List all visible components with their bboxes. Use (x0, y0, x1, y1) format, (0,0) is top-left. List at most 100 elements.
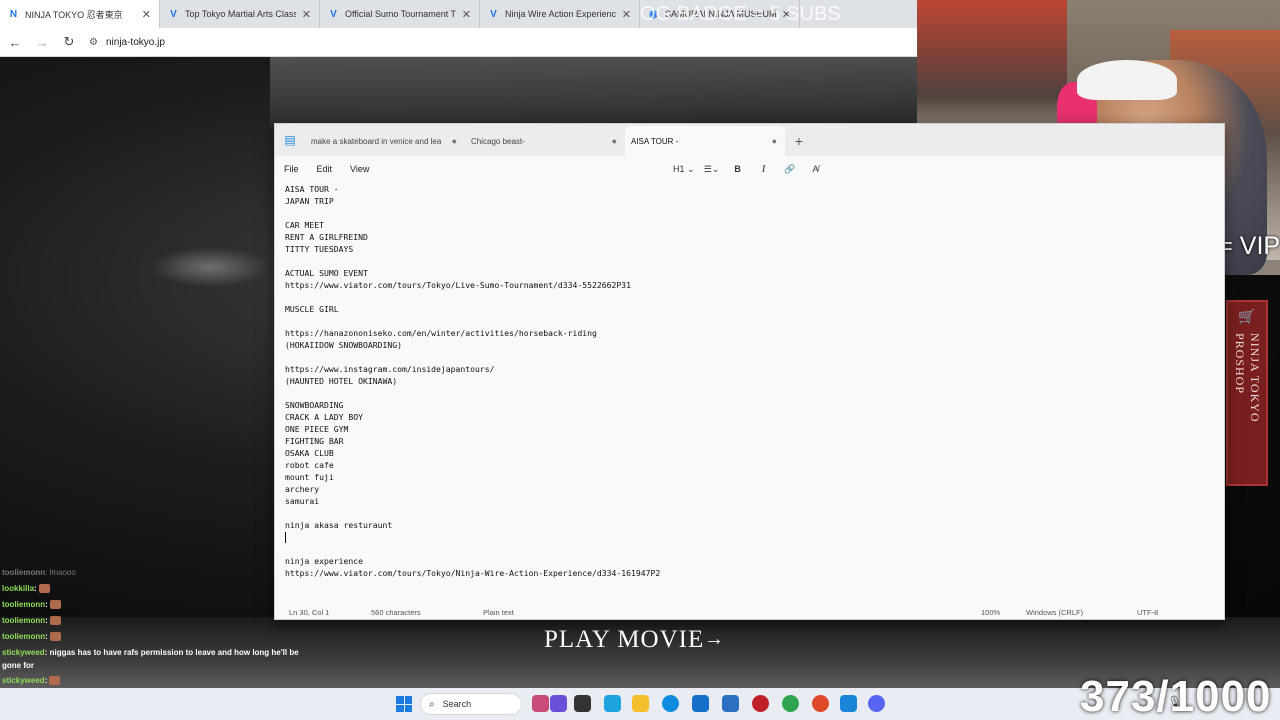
emote-icon (49, 616, 61, 626)
forward-arrow-icon[interactable]: → (30, 35, 54, 50)
site-favicon-icon: V (330, 8, 337, 20)
reload-icon[interactable]: ↻ (57, 34, 81, 50)
chat-username[interactable]: tooliemonn (2, 600, 45, 609)
site-info-icon[interactable]: ⚙ (89, 37, 98, 48)
browser-tab-3[interactable]: V Ninja Wire Action Experience 20 ✕ (480, 0, 640, 28)
heading-select[interactable]: H1 ⌄ (673, 164, 695, 175)
text-format: Plain text (483, 607, 514, 617)
site-favicon-icon: V (490, 8, 497, 20)
text-line: AISA TOUR - (285, 184, 339, 194)
chrome-icon[interactable] (782, 695, 799, 712)
edge-icon[interactable] (662, 695, 679, 712)
encoding[interactable]: UTF-8 (1137, 608, 1158, 617)
text-line: ninja experience (285, 556, 363, 566)
close-icon[interactable]: ✕ (782, 8, 791, 21)
browser-tab-1[interactable]: V Top Tokyo Martial Arts Classes ✕ (160, 0, 320, 28)
app-icon[interactable] (550, 695, 567, 712)
italic-icon[interactable]: I (755, 163, 773, 175)
browser-tab-4[interactable]: ◉ SAMURAI NINJA MUSEUM TO ✕ (640, 0, 800, 28)
menu-view[interactable]: View (341, 164, 378, 174)
text-line: CRACK A LADY BOY (285, 412, 363, 422)
chat-text: : (45, 600, 48, 609)
arrow-right-icon: → (704, 628, 724, 650)
bold-icon[interactable]: B (729, 164, 747, 174)
text-line: FIGHTING BAR (285, 436, 344, 446)
tab-title: SAMURAI NINJA MUSEUM TO (665, 9, 776, 19)
text-line: RENT A GIRLFREIND (285, 232, 368, 242)
hero-image (270, 57, 930, 127)
taskbar-search[interactable]: ⌕ Search (420, 693, 522, 715)
text-line: ACTUAL SUMO EVENT (285, 268, 368, 278)
unsaved-dot-icon[interactable]: ● (452, 136, 457, 146)
chat-text: : (45, 632, 48, 641)
new-tab-plus-icon[interactable]: + (785, 126, 813, 156)
mail-icon[interactable] (692, 695, 709, 712)
chat-message: tooliemonn: lmaooo (2, 568, 76, 577)
line-endings[interactable]: Windows (CRLF) (1026, 608, 1083, 617)
close-icon[interactable]: ✕ (462, 8, 471, 21)
file-explorer-icon[interactable] (632, 695, 649, 712)
url-field[interactable]: ⚙ ninja-tokyo.jp (89, 32, 165, 52)
media-icon[interactable] (752, 695, 769, 712)
chat-text: : (34, 584, 37, 593)
chat-username[interactable]: stickyweed (2, 676, 45, 685)
chat-message: tooliemonn: (2, 632, 61, 642)
notepad-tab-2[interactable]: AISA TOUR - ● (625, 126, 785, 156)
site-favicon-icon: N (9, 8, 18, 20)
cart-icon: 🛒 (1238, 308, 1256, 324)
text-line: https://www.viator.com/tours/Tokyo/Live-… (285, 280, 631, 290)
proshop-side-tab[interactable]: 🛒 NINJA TOKYO PROSHOP (1226, 300, 1268, 486)
task-view-icon[interactable] (574, 695, 591, 712)
text-line: (HAUNTED HOTEL OKINAWA) (285, 376, 398, 386)
notepad-status-bar: Ln 30, Col 1 560 characters Plain text 1… (275, 604, 1224, 620)
play-movie-button[interactable]: PLAY MOVIE (544, 626, 704, 654)
text-line (285, 351, 1215, 363)
text-line: archery (285, 484, 320, 494)
start-windows-icon[interactable] (396, 696, 412, 712)
copilot-icon[interactable] (532, 695, 549, 712)
tab-title: NINJA TOKYO 忍者東京 (25, 9, 123, 20)
discord-icon[interactable] (868, 695, 885, 712)
emote-icon (38, 584, 50, 594)
chat-username[interactable]: lookkilla (2, 584, 34, 593)
close-icon[interactable]: ✕ (302, 8, 311, 21)
chat-username[interactable]: stickyweed (2, 648, 45, 657)
tab-title: AISA TOUR - (631, 136, 679, 146)
link-icon[interactable]: 🔗 (781, 164, 799, 175)
close-icon[interactable]: ✕ (142, 8, 151, 21)
unsaved-dot-icon[interactable]: ● (612, 136, 617, 146)
list-icon[interactable]: ☰⌄ (703, 164, 721, 175)
close-icon[interactable]: ✕ (622, 8, 631, 21)
notepad-app-icon: ▤ (284, 133, 296, 147)
chrome-canary-icon[interactable] (812, 695, 829, 712)
chat-username[interactable]: tooliemonn (2, 632, 45, 641)
notepad-taskbar-icon[interactable] (840, 695, 857, 712)
chat-username[interactable]: tooliemonn (2, 616, 45, 625)
notepad-tab-1[interactable]: Chicago beast- ● (465, 126, 625, 156)
chat-message: stickyweed: niggas has to have rafs perm… (2, 648, 299, 657)
text-line (285, 543, 1215, 555)
tab-title: Chicago beast- (471, 136, 525, 146)
unsaved-dot-icon[interactable]: ● (772, 136, 777, 146)
chat-username[interactable]: tooliemonn (2, 568, 45, 577)
chat-text: : (44, 676, 48, 685)
emote-icon (49, 676, 61, 686)
search-icon: ⌕ (429, 698, 435, 710)
browser-tab-2[interactable]: V Official Sumo Tournament Ticke ✕ (320, 0, 480, 28)
zoom-level[interactable]: 100% (981, 608, 1000, 617)
menu-file[interactable]: File (275, 164, 308, 174)
clear-formatting-icon[interactable]: A̸ (807, 164, 825, 174)
menu-edit[interactable]: Edit (308, 164, 342, 174)
emote-icon (49, 632, 61, 642)
browser-tab-0[interactable]: N NINJA TOKYO 忍者東京 ✕ (0, 0, 160, 28)
notepad-text-area[interactable]: AISA TOUR - JAPAN TRIP CAR MEET RENT A GIRL… (285, 183, 1215, 597)
back-arrow-icon[interactable]: ← (3, 35, 27, 50)
text-line: SNOWBOARDING (285, 400, 344, 410)
webcam-cap (1077, 60, 1177, 100)
text-line: samurai (285, 496, 320, 506)
notepad-tab-0[interactable]: make a skateboard in venice and lea ● (305, 126, 465, 156)
vpn-icon[interactable] (722, 695, 739, 712)
chat-text: : lmaooo (45, 568, 76, 577)
store-icon[interactable] (604, 695, 621, 712)
text-line: JAPAN TRIP (285, 196, 334, 206)
